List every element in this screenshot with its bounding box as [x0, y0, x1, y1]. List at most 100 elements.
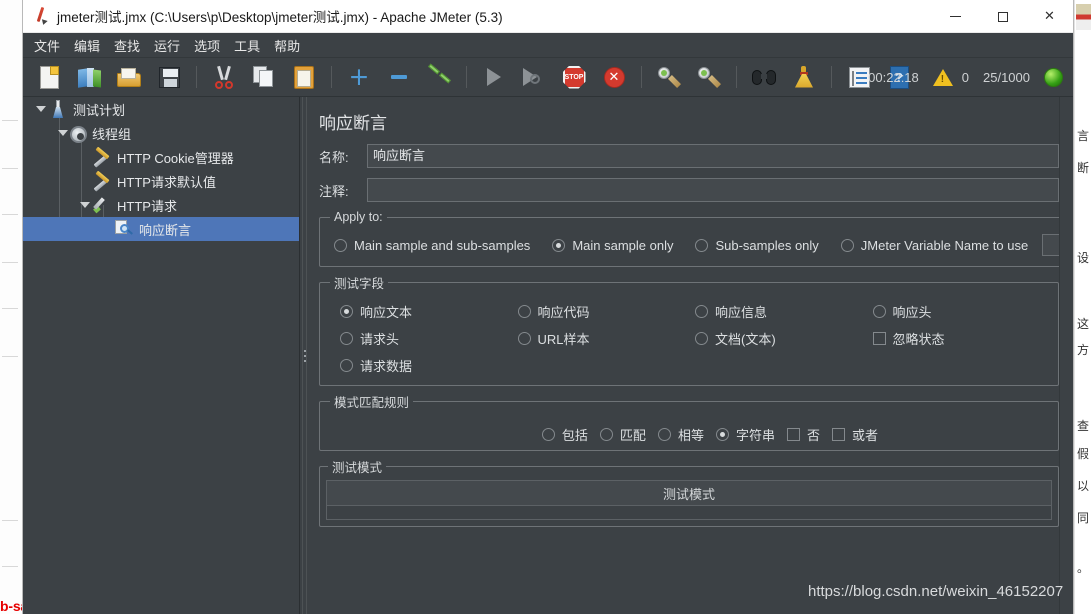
jmeter-pen-icon [31, 5, 57, 27]
radio-document-text[interactable]: 文档(文本) [695, 325, 873, 352]
menu-item-tools[interactable]: 工具 [227, 34, 267, 57]
open-icon[interactable] [113, 61, 145, 93]
response-assertion-panel: 响应断言 名称: 响应断言 注释: Apply to: Main sample [309, 97, 1073, 614]
radio-request-data[interactable]: 请求数据 [340, 352, 518, 379]
collapse-all-icon[interactable] [383, 61, 415, 93]
radio-jmeter-variable-name[interactable]: JMeter Variable Name to use [840, 238, 1028, 253]
option-label: URL样本 [537, 332, 590, 347]
radio-main-sample-only[interactable]: Main sample only [552, 238, 673, 253]
copy-icon[interactable] [248, 61, 280, 93]
comment-label: 注释: [319, 183, 349, 199]
chevron-down-icon[interactable] [55, 121, 70, 145]
panel-splitter[interactable] [300, 97, 309, 614]
option-label: 响应代码 [537, 305, 590, 320]
tree-item-test-plan[interactable]: 测试计划 [23, 97, 299, 121]
radio-substring[interactable]: 字符串 [715, 425, 775, 444]
radio-contains[interactable]: 包括 [541, 425, 588, 444]
clear-icon[interactable] [653, 61, 685, 93]
checkbox-icon [786, 428, 800, 441]
option-label: 请求数据 [360, 359, 413, 374]
search-icon[interactable] [748, 61, 780, 93]
clear-all-icon[interactable] [693, 61, 725, 93]
radio-response-message[interactable]: 响应信息 [695, 298, 873, 325]
paste-icon[interactable] [288, 61, 320, 93]
option-label: Main sample only [572, 237, 674, 253]
tree-item-response-assertion[interactable]: 响应断言 [23, 217, 299, 241]
test-plan-tree[interactable]: 测试计划 线程组 HTTP Cookie管理器 HTTP请求默认值 HTTP请求… [23, 97, 300, 614]
radio-response-code[interactable]: 响应代码 [517, 298, 696, 325]
panel-vertical-scrollbar[interactable] [1059, 97, 1073, 614]
comment-input[interactable] [367, 178, 1059, 202]
tree-item-http-request-defaults[interactable]: HTTP请求默认值 [23, 169, 299, 193]
toolbar-separator [466, 66, 467, 88]
jmeter-window: jmeter测试.jmx (C:\Users\p\Desktop\jmeter测… [22, 0, 1074, 614]
option-label: 字符串 [735, 428, 775, 443]
tree-item-http-request[interactable]: HTTP请求 [23, 193, 299, 217]
test-plan-icon [48, 99, 68, 119]
tree-item-http-cookie-manager[interactable]: HTTP Cookie管理器 [23, 145, 299, 169]
tree-item-thread-group[interactable]: 线程组 [23, 121, 299, 145]
checkbox-not[interactable]: 否 [786, 425, 820, 444]
checkbox-or[interactable]: 或者 [831, 425, 878, 444]
option-label: 相等 [677, 428, 704, 443]
checkbox-ignore-status[interactable]: 忽略状态 [872, 325, 1051, 352]
test-field-options: 响应文本 请求头 请求数据 响应代码 URL样本 响应信息 文档(文本) 响应头… [328, 298, 1050, 379]
warning-triangle-icon [932, 68, 953, 86]
radio-icon [695, 305, 708, 318]
radio-icon [872, 305, 886, 318]
tree-item-label: 响应断言 [139, 222, 192, 238]
cut-icon[interactable] [208, 61, 240, 93]
menu-item-help[interactable]: 帮助 [267, 34, 307, 57]
stop-icon[interactable]: STOP [558, 61, 590, 93]
warning-status[interactable]: 0 [932, 68, 969, 86]
pattern-matching-rules-group: 模式匹配规则 包括 匹配 相等 字符串 否 或者 [319, 392, 1059, 451]
templates-icon[interactable] [73, 61, 105, 93]
option-label: 响应信息 [715, 305, 768, 320]
checkbox-icon [831, 428, 845, 441]
radio-response-text[interactable]: 响应文本 [340, 298, 518, 325]
option-label: 响应头 [892, 305, 932, 320]
option-label: Main sample and sub-samples [354, 237, 531, 253]
elapsed-time: 00:22:18 [868, 69, 919, 85]
name-input[interactable]: 响应断言 [367, 144, 1059, 168]
expand-all-icon[interactable]: + [343, 61, 375, 93]
radio-matches[interactable]: 匹配 [599, 425, 646, 444]
option-label: 响应文本 [360, 305, 413, 320]
radio-main-and-sub-samples[interactable]: Main sample and sub-samples [334, 238, 530, 253]
tree-item-label: HTTP Cookie管理器 [117, 150, 234, 166]
shutdown-icon[interactable]: ✕ [598, 61, 630, 93]
menu-item-search[interactable]: 查找 [107, 34, 147, 57]
save-icon[interactable] [153, 61, 185, 93]
minimize-button[interactable] [932, 0, 979, 33]
menu-item-run[interactable]: 运行 [147, 34, 187, 57]
test-patterns-table-body[interactable] [326, 506, 1052, 520]
menu-item-options[interactable]: 选项 [187, 34, 227, 57]
reset-search-icon[interactable] [788, 61, 820, 93]
chevron-down-icon[interactable] [33, 97, 48, 121]
toolbar-separator [331, 66, 332, 88]
menu-item-edit[interactable]: 编辑 [67, 34, 107, 57]
radio-sub-samples-only[interactable]: Sub-samples only [695, 238, 819, 253]
assertion-icon [114, 219, 134, 239]
radio-url-sample[interactable]: URL样本 [517, 325, 696, 352]
start-no-pauses-icon[interactable] [518, 61, 550, 93]
radio-request-headers[interactable]: 请求头 [340, 325, 518, 352]
radio-icon [657, 428, 671, 441]
new-icon[interactable] [33, 61, 65, 93]
page-title: 响应断言 [319, 114, 387, 133]
maximize-button[interactable] [979, 0, 1026, 33]
comment-field-row: 注释: [309, 176, 1073, 204]
toggle-icon[interactable] [423, 61, 455, 93]
test-patterns-column-header[interactable]: 测试模式 [326, 480, 1052, 506]
chevron-down-icon[interactable] [77, 193, 92, 217]
window-controls: ✕ [932, 0, 1073, 33]
option-label: 文档(文本) [715, 332, 776, 347]
radio-response-headers[interactable]: 响应头 [872, 298, 1051, 325]
watermark-url: https://blog.csdn.net/weixin_46152207 [808, 583, 1064, 600]
menu-item-file[interactable]: 文件 [27, 34, 67, 57]
close-button[interactable]: ✕ [1026, 0, 1073, 33]
radio-equals[interactable]: 相等 [657, 425, 704, 444]
start-icon[interactable] [478, 61, 510, 93]
radio-icon-selected [715, 428, 729, 441]
apply-to-options: Main sample and sub-samples Main sample … [328, 230, 1073, 258]
